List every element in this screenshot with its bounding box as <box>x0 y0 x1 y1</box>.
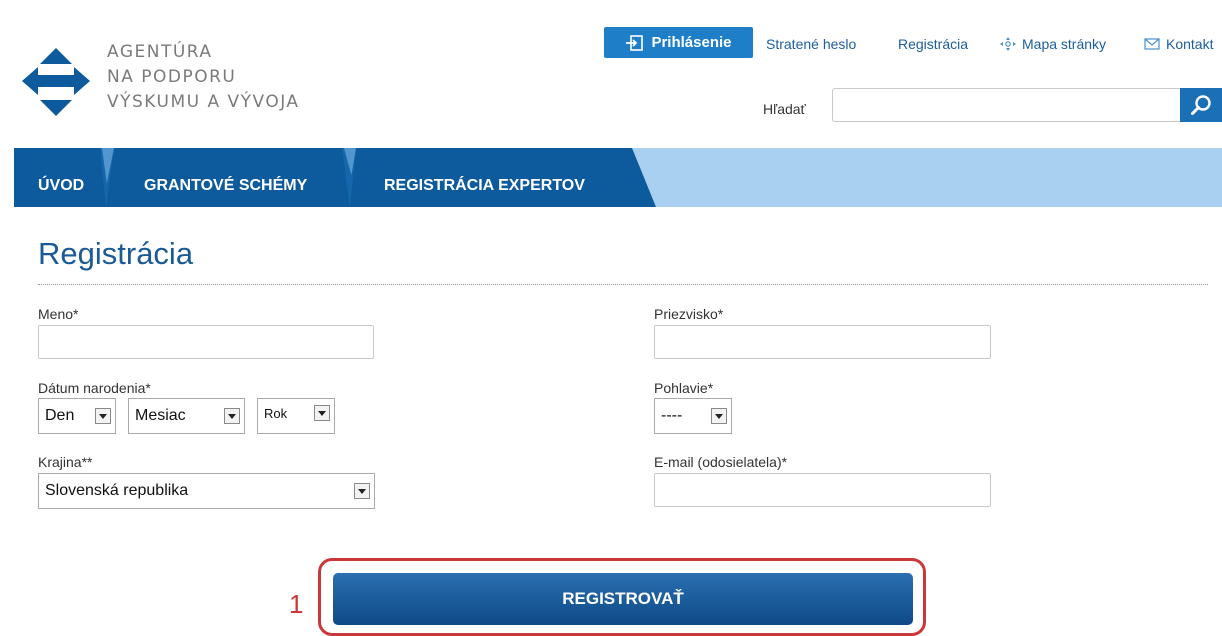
search-icon <box>1191 95 1211 115</box>
login-button[interactable]: Prihlásenie <box>604 27 753 58</box>
apvv-logo-icon[interactable] <box>20 40 92 122</box>
chevron-down-icon <box>224 408 240 424</box>
birth-month-value: Mesiac <box>135 407 186 424</box>
search-label: Hľadať <box>763 101 806 117</box>
contact-link[interactable]: Kontakt <box>1144 36 1213 52</box>
country-label: Krajina** <box>38 454 93 470</box>
first-name-field[interactable] <box>38 325 374 359</box>
country-value: Slovenská republika <box>45 482 189 499</box>
gender-select[interactable]: ---- <box>654 398 732 434</box>
title-divider <box>38 284 1208 285</box>
envelope-icon <box>1144 38 1160 50</box>
birth-year-select[interactable]: Rok <box>257 398 335 434</box>
nav-item-uvod[interactable]: ÚVOD <box>38 177 84 195</box>
search-button[interactable] <box>1180 88 1222 122</box>
chevron-down-icon <box>95 408 111 424</box>
registration-link[interactable]: Registrácia <box>898 36 968 52</box>
birth-date-label: Dátum narodenia* <box>38 380 151 396</box>
annotation-number: 1 <box>289 589 304 619</box>
logo-line-2: NA PODPORU <box>107 67 237 87</box>
sitemap-link[interactable]: Mapa stránky <box>1000 36 1106 52</box>
birth-day-select[interactable]: Den <box>38 398 116 434</box>
chevron-down-icon <box>314 405 330 421</box>
birth-year-value: Rok <box>264 406 288 421</box>
search-input[interactable] <box>832 88 1180 122</box>
login-label: Prihlásenie <box>651 34 732 51</box>
sitemap-icon <box>1000 37 1016 51</box>
nav-item-registracia-expertov[interactable]: REGISTRÁCIA EXPERTOV <box>384 177 585 195</box>
last-name-field[interactable] <box>654 325 991 359</box>
birth-month-select[interactable]: Mesiac <box>128 398 245 434</box>
nav-item-grantove-schemy[interactable]: GRANTOVÉ SCHÉMY <box>144 177 307 195</box>
gender-value: ---- <box>661 407 683 424</box>
last-name-label: Priezvisko* <box>654 306 724 322</box>
sitemap-label: Mapa stránky <box>1022 36 1107 52</box>
email-field[interactable] <box>654 473 991 507</box>
country-select[interactable]: Slovenská republika <box>38 473 375 509</box>
gender-label: Pohlavie* <box>654 380 714 396</box>
lost-password-link[interactable]: Stratené heslo <box>766 36 856 52</box>
logo-line-1: AGENTÚRA <box>107 42 213 62</box>
logo-text[interactable]: AGENTÚRA NA PODPORU VÝSKUMU A VÝVOJA <box>107 40 300 115</box>
register-button[interactable]: REGISTROVAŤ <box>333 573 913 625</box>
login-icon <box>626 34 644 51</box>
chevron-down-icon <box>354 483 370 499</box>
page-title: Registrácia <box>38 236 194 271</box>
chevron-down-icon <box>711 408 727 424</box>
birth-day-value: Den <box>45 407 75 424</box>
contact-label: Kontakt <box>1166 36 1214 52</box>
email-label: E-mail (odosielatela)* <box>654 454 788 470</box>
first-name-label: Meno* <box>38 306 79 322</box>
logo-line-3: VÝSKUMU A VÝVOJA <box>107 92 300 112</box>
